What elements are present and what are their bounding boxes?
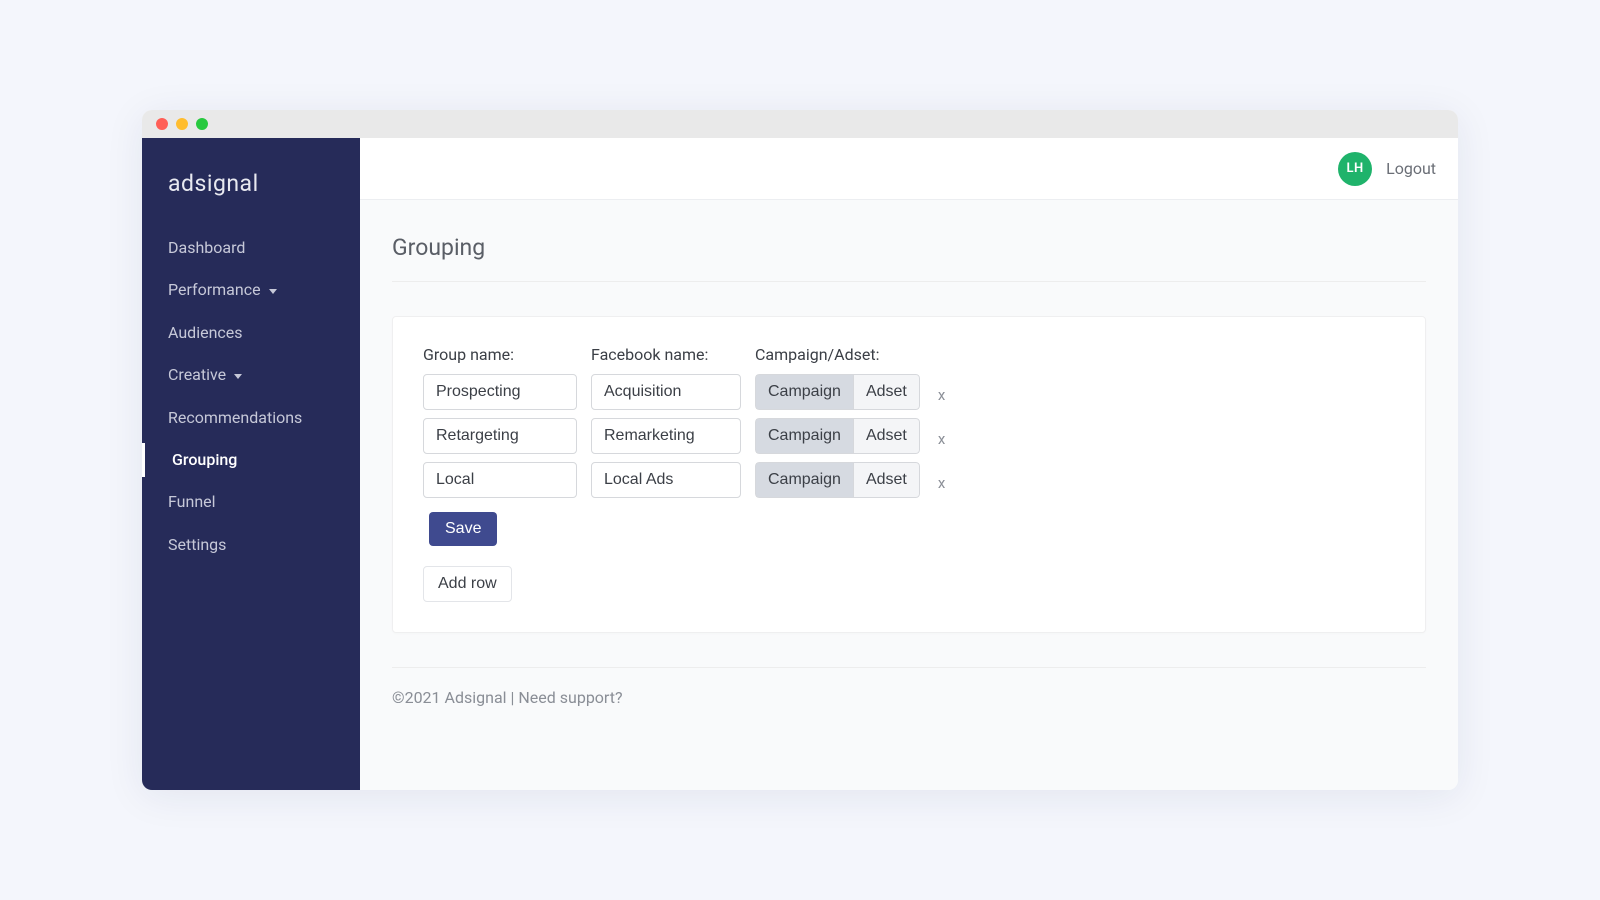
toggle-campaign[interactable]: Campaign bbox=[755, 418, 853, 454]
group-name-input[interactable] bbox=[423, 462, 577, 498]
toggle-wrap: CampaignAdsetx bbox=[755, 418, 1395, 454]
campaign-adset-toggle: CampaignAdset bbox=[755, 374, 920, 410]
sidebar-item-label: Audiences bbox=[168, 322, 243, 344]
sidebar-item-audiences[interactable]: Audiences bbox=[142, 312, 360, 354]
sidebar-item-label: Dashboard bbox=[168, 237, 245, 259]
sidebar-item-funnel[interactable]: Funnel bbox=[142, 481, 360, 523]
topbar: LH Logout bbox=[360, 138, 1458, 200]
footer: ©2021 Adsignal | Need support? bbox=[392, 667, 1426, 707]
sidebar-item-label: Performance bbox=[168, 279, 261, 301]
window-titlebar bbox=[142, 110, 1458, 138]
campaign-adset-toggle: CampaignAdset bbox=[755, 462, 920, 498]
window-minimize-dot[interactable] bbox=[176, 118, 188, 130]
app-window: adsignal Dashboard Performance Audiences Cr… bbox=[142, 110, 1458, 790]
grouping-grid: Group name: Facebook name: Campaign/Adse… bbox=[423, 345, 1395, 498]
add-row-wrap: Add row bbox=[423, 566, 1395, 602]
toggle-wrap: CampaignAdsetx bbox=[755, 374, 1395, 410]
toggle-adset[interactable]: Adset bbox=[853, 418, 920, 454]
sidebar-item-label: Settings bbox=[168, 534, 226, 556]
add-row-button[interactable]: Add row bbox=[423, 566, 512, 602]
content: Grouping Group name: Facebook name: Camp… bbox=[360, 200, 1458, 790]
sidebar-item-label: Creative bbox=[168, 364, 226, 386]
window-maximize-dot[interactable] bbox=[196, 118, 208, 130]
app-body: adsignal Dashboard Performance Audiences Cr… bbox=[142, 138, 1458, 790]
main-area: LH Logout Grouping Group name: Facebook … bbox=[360, 138, 1458, 790]
window-close-dot[interactable] bbox=[156, 118, 168, 130]
col-label-campaign-adset: Campaign/Adset: bbox=[755, 345, 1395, 364]
group-name-input[interactable] bbox=[423, 418, 577, 454]
facebook-name-input[interactable] bbox=[591, 418, 741, 454]
col-label-group-name: Group name: bbox=[423, 345, 577, 364]
sidebar-item-performance[interactable]: Performance bbox=[142, 269, 360, 311]
chevron-down-icon bbox=[269, 289, 277, 294]
chevron-down-icon bbox=[234, 374, 242, 379]
sidebar-item-creative[interactable]: Creative bbox=[142, 354, 360, 396]
facebook-name-input[interactable] bbox=[591, 462, 741, 498]
logout-link[interactable]: Logout bbox=[1386, 159, 1436, 178]
sidebar-item-recommendations[interactable]: Recommendations bbox=[142, 397, 360, 439]
toggle-campaign[interactable]: Campaign bbox=[755, 462, 853, 498]
col-label-facebook-name: Facebook name: bbox=[591, 345, 741, 364]
save-row: Save bbox=[429, 512, 1395, 546]
toggle-wrap: CampaignAdsetx bbox=[755, 462, 1395, 498]
delete-row-icon[interactable]: x bbox=[934, 428, 949, 450]
save-button[interactable]: Save bbox=[429, 512, 497, 546]
group-name-input[interactable] bbox=[423, 374, 577, 410]
facebook-name-input[interactable] bbox=[591, 374, 741, 410]
sidebar-item-grouping[interactable]: Grouping bbox=[142, 439, 360, 481]
sidebar-item-label: Funnel bbox=[168, 491, 216, 513]
toggle-adset[interactable]: Adset bbox=[853, 462, 920, 498]
sidebar-nav: Dashboard Performance Audiences Creative Rec… bbox=[142, 227, 360, 566]
campaign-adset-toggle: CampaignAdset bbox=[755, 418, 920, 454]
toggle-adset[interactable]: Adset bbox=[853, 374, 920, 410]
sidebar-item-dashboard[interactable]: Dashboard bbox=[142, 227, 360, 269]
sidebar-item-label: Grouping bbox=[172, 449, 237, 471]
toggle-campaign[interactable]: Campaign bbox=[755, 374, 853, 410]
grouping-card: Group name: Facebook name: Campaign/Adse… bbox=[392, 316, 1426, 633]
avatar[interactable]: LH bbox=[1338, 152, 1372, 186]
sidebar-item-label: Recommendations bbox=[168, 407, 302, 429]
sidebar: adsignal Dashboard Performance Audiences Cr… bbox=[142, 138, 360, 790]
delete-row-icon[interactable]: x bbox=[934, 472, 949, 494]
page-title: Grouping bbox=[392, 234, 1426, 282]
delete-row-icon[interactable]: x bbox=[934, 384, 949, 406]
brand-logo: adsignal bbox=[142, 158, 360, 227]
sidebar-item-settings[interactable]: Settings bbox=[142, 524, 360, 566]
